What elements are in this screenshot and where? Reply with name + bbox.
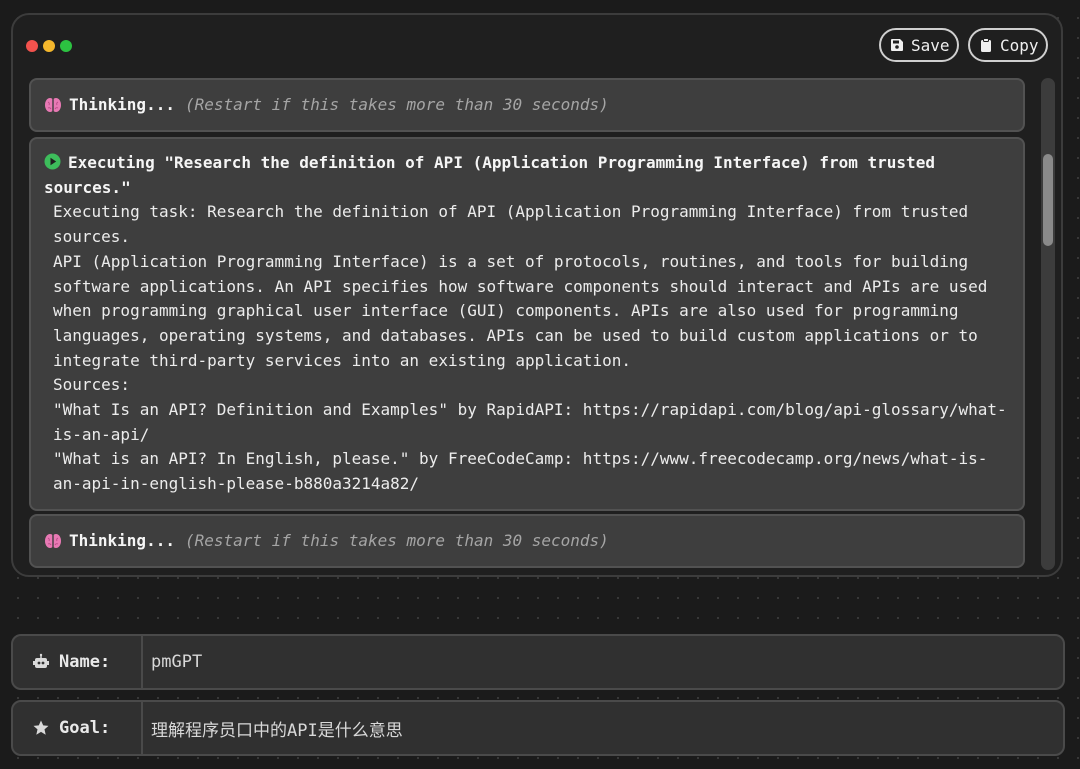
name-label-box: Name: [13,636,143,688]
name-field: Name: pmGPT [11,634,1065,690]
exec-line: "What is an API? In English, please." by… [53,449,988,494]
goal-input[interactable]: 理解程序员口中的API是什么意思 [143,702,1063,754]
robot-icon [32,653,50,671]
exec-line: Executing task: Research the definition … [53,202,969,247]
executing-message: Executing "Research the definition of AP… [29,137,1025,511]
thinking-label: Thinking... [69,94,175,114]
brain-icon [44,96,62,114]
play-circle-icon [44,153,61,170]
maximize-dot[interactable] [60,40,72,52]
exec-line: "What Is an API? Definition and Examples… [53,400,1007,444]
floppy-disk-icon [890,38,904,52]
window-controls [26,40,72,52]
exec-line: Sources: [53,375,131,395]
thinking-message: Thinking... (Restart if this takes more … [29,78,1025,132]
save-label: Save [911,35,950,55]
goal-label: Goal: [59,718,111,738]
name-input[interactable]: pmGPT [143,636,1063,688]
star-icon [32,719,50,737]
thinking-message: Thinking... (Restart if this takes more … [29,514,1025,568]
log-scrollbar[interactable] [1041,78,1055,570]
clipboard-icon [979,38,993,52]
exec-title: Executing "Research the definition of AP… [44,153,935,197]
thinking-hint: (Restart if this takes more than 30 seco… [184,94,609,114]
copy-label: Copy [1000,35,1039,55]
thinking-label: Thinking... [69,530,175,550]
goal-field: Goal: 理解程序员口中的API是什么意思 [11,700,1065,756]
save-button[interactable]: Save [879,28,959,62]
agent-window: Save Copy Thinking... (Restart if this t… [11,13,1063,577]
thinking-hint: (Restart if this takes more than 30 seco… [184,530,609,550]
close-dot[interactable] [26,40,38,52]
minimize-dot[interactable] [43,40,55,52]
brain-icon [44,532,62,550]
goal-label-box: Goal: [13,702,143,754]
exec-line: API (Application Programming Interface) … [53,251,988,370]
name-label: Name: [59,652,111,672]
scrollbar-thumb[interactable] [1043,154,1053,246]
exec-body: Executing task: Research the definition … [44,200,1009,496]
copy-button[interactable]: Copy [968,28,1048,62]
exec-title-row: Executing "Research the definition of AP… [44,151,1009,200]
message-log: Thinking... (Restart if this takes more … [29,78,1025,568]
